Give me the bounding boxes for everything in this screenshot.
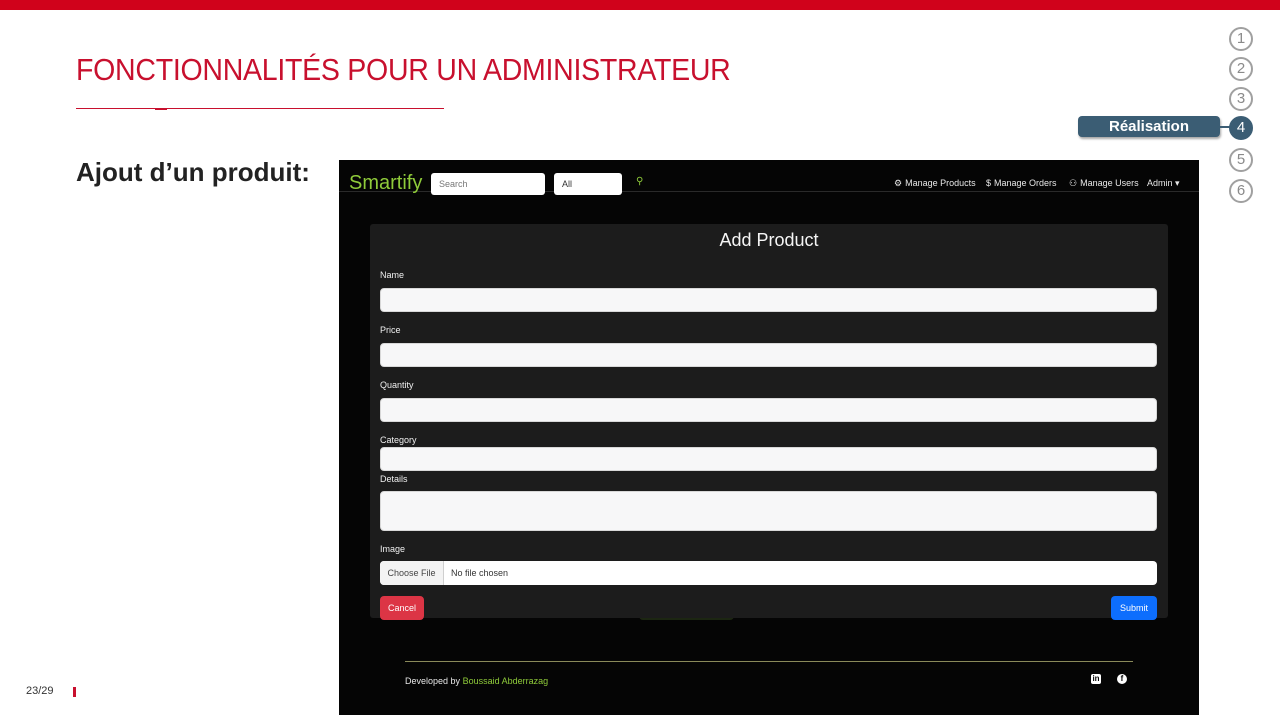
slide-subtitle: Ajout d’un produit: [76, 157, 310, 187]
image-file-input[interactable]: Choose File No file chosen [380, 561, 1157, 585]
app-screenshot: Smartify Search All ⚲ ⚙ Manage Products $… [339, 160, 1199, 715]
footer-author-link[interactable]: Boussaid Abderrazag [463, 676, 549, 686]
quantity-input[interactable] [380, 398, 1157, 422]
nav-admin-label: Admin [1147, 178, 1173, 188]
nav-manage-products-label: Manage Products [905, 178, 976, 188]
footer-credit: Developed by Boussaid Abderrazag [405, 676, 548, 686]
step-1[interactable]: 1 [1229, 27, 1253, 51]
price-label: Price [380, 325, 401, 335]
details-label: Details [380, 474, 408, 484]
caret-down-icon: ▾ [1175, 178, 1180, 188]
nav-manage-users[interactable]: ⚇ Manage Users [1069, 178, 1139, 189]
step-6[interactable]: 6 [1229, 179, 1253, 203]
submit-button[interactable]: Submit [1111, 596, 1157, 620]
linkedin-icon[interactable]: in [1091, 674, 1101, 684]
nav-manage-products[interactable]: ⚙ Manage Products [894, 178, 976, 189]
category-input[interactable] [380, 447, 1157, 471]
title-underline-accent [155, 108, 167, 110]
page-marker [73, 687, 76, 697]
name-label: Name [380, 270, 405, 280]
form-title: Add Product [719, 230, 819, 250]
dollar-icon: $ [986, 178, 992, 188]
nav-manage-orders-label: Manage Orders [994, 178, 1057, 188]
quantity-label: Quantity [380, 380, 414, 390]
page-number: 23/29 [26, 685, 54, 697]
file-status: No file chosen [451, 568, 509, 578]
step-5[interactable]: 5 [1229, 148, 1253, 172]
choose-file-button[interactable]: Choose File [380, 561, 444, 585]
add-product-card: Add Product Name Price Quantity Category… [370, 224, 1168, 620]
search-icon[interactable]: ⚲ [636, 176, 643, 187]
facebook-icon[interactable]: f [1117, 674, 1127, 684]
details-textarea[interactable] [380, 491, 1157, 531]
cancel-button[interactable]: Cancel [380, 596, 424, 620]
slide-title: FONCTIONNALITÉS POUR UN ADMINISTRATEUR [76, 52, 731, 87]
top-accent-bar [0, 0, 1280, 10]
nav-manage-orders[interactable]: $ Manage Orders [986, 178, 1057, 188]
name-input[interactable] [380, 288, 1157, 312]
search-input[interactable]: Search [431, 173, 545, 195]
footer-credit-prefix: Developed by [405, 676, 461, 686]
category-label: Category [380, 435, 417, 445]
app-brand-logo[interactable]: Smartify [349, 172, 422, 195]
app-navbar: Smartify Search All ⚲ ⚙ Manage Products $… [339, 160, 1199, 195]
step-2[interactable]: 2 [1229, 57, 1253, 81]
step-4[interactable]: 4 [1229, 116, 1253, 140]
gear-icon: ⚙ [894, 178, 903, 188]
nav-manage-users-label: Manage Users [1080, 178, 1139, 188]
nav-admin-dropdown[interactable]: Admin ▾ [1147, 178, 1180, 189]
category-select[interactable]: All [554, 173, 622, 195]
title-underline [76, 108, 444, 109]
step-3[interactable]: 3 [1229, 87, 1253, 111]
users-icon: ⚇ [1069, 178, 1078, 188]
image-label: Image [380, 544, 406, 554]
price-input[interactable] [380, 343, 1157, 367]
active-step-label[interactable]: Réalisation [1078, 116, 1220, 137]
footer-divider [405, 661, 1133, 662]
